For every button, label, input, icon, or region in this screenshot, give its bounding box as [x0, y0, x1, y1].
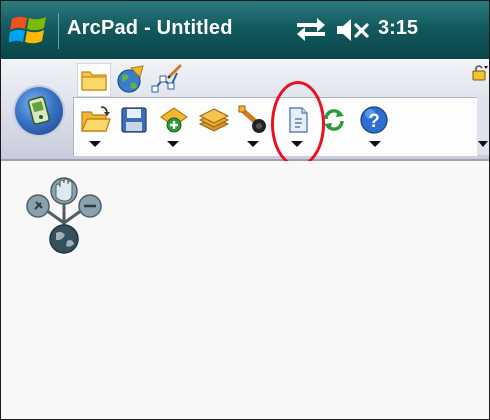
gps-device-icon: [27, 96, 50, 125]
layers-icon: [198, 108, 230, 132]
open-folder-icon: [81, 106, 111, 132]
speaker-muted-icon[interactable]: [335, 17, 373, 43]
globe-icon: [117, 65, 144, 93]
gps-orb-button[interactable]: [15, 87, 63, 135]
add-layer-icon: [159, 107, 189, 133]
highlight-ellipse: [271, 81, 325, 167]
menu-lock-icon[interactable]: [471, 63, 489, 81]
tab-browse[interactable]: [76, 62, 112, 98]
title-bar: ArcPad - Untitled 3:15: [1, 1, 489, 60]
folder-icon: [76, 62, 112, 98]
gps-tools-button[interactable]: [235, 103, 269, 137]
window-title: ArcPad - Untitled: [67, 17, 233, 39]
toolbar: ?: [1, 59, 489, 161]
help-button[interactable]: ?: [357, 103, 391, 137]
help-dropdown-arrow[interactable]: [369, 141, 381, 147]
title-separator: [58, 13, 59, 49]
map-view[interactable]: [1, 161, 489, 419]
layers-button[interactable]: [197, 103, 231, 137]
gps-tools-icon: [238, 105, 266, 133]
windows-flag-icon[interactable]: [9, 11, 49, 49]
open-button[interactable]: [79, 103, 113, 137]
tab-map[interactable]: [113, 63, 147, 97]
pan-zoom-navigator-icon[interactable]: [23, 175, 105, 257]
sync-arrows-icon[interactable]: [295, 17, 327, 43]
help-icon: ?: [360, 106, 388, 134]
open-dropdown-arrow[interactable]: [89, 141, 101, 147]
app-window: ArcPad - Untitled 3:15 ?: [0, 0, 490, 420]
floppy-icon: [121, 107, 147, 133]
tab-edit[interactable]: [149, 63, 183, 97]
add-layer-button[interactable]: [157, 103, 191, 137]
svg-text:?: ?: [368, 111, 380, 132]
gps-tools-dropdown-arrow[interactable]: [247, 141, 259, 147]
scroll-down-arrow-icon: [478, 141, 488, 147]
clock[interactable]: 3:15: [378, 17, 418, 40]
add-layer-dropdown-arrow[interactable]: [167, 141, 179, 147]
save-button[interactable]: [117, 103, 151, 137]
toolbar-scroll-button[interactable]: [477, 97, 489, 155]
edit-vertices-icon: [151, 64, 182, 93]
